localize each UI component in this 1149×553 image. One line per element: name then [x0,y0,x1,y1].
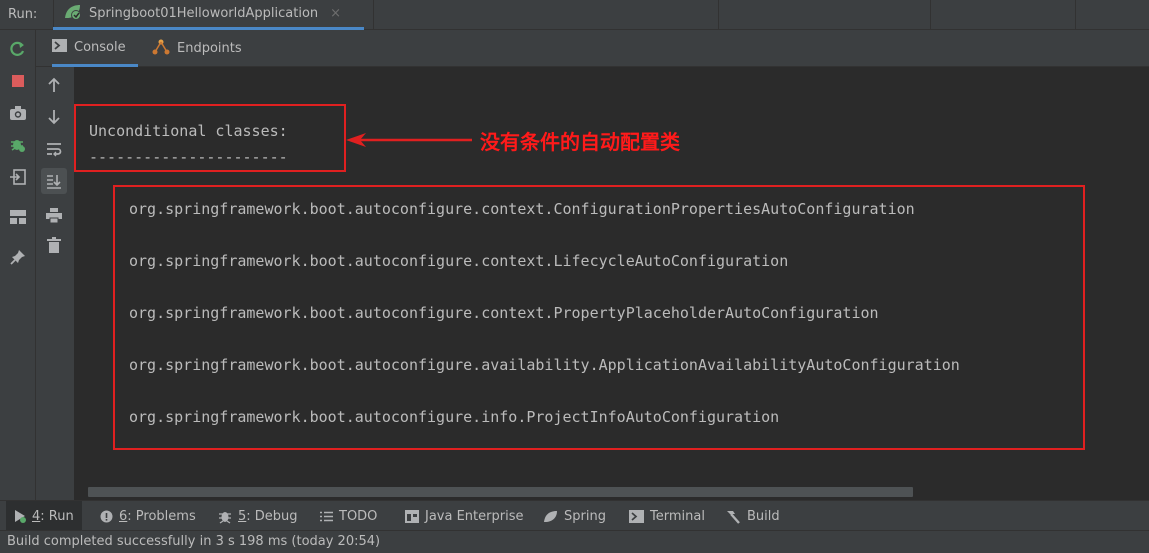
tool-terminal[interactable]: Terminal [629,501,705,531]
divider [718,0,719,30]
problems-icon [100,510,113,522]
tool-debug-label: 5: Debug [238,508,298,524]
tool-java-enterprise[interactable]: Java Enterprise [405,501,523,531]
console-output[interactable]: Unconditional classes: -----------------… [74,67,1149,500]
tool-window-bar: 4: Run 6: Problems 5: Debug TODO Java En… [0,500,1149,531]
scroll-to-end-icon[interactable] [41,168,67,194]
print-icon[interactable] [41,202,67,228]
console-line-class: org.springframework.boot.autoconfigure.a… [129,356,960,374]
trash-icon[interactable] [41,232,67,258]
spring-leaf-icon [544,510,557,522]
status-bar: Build completed successfully in 3 s 198 … [0,530,1149,553]
divider [373,0,374,30]
console-line-class: org.springframework.boot.autoconfigure.i… [129,408,780,426]
tool-build[interactable]: Build [725,501,780,531]
tool-todo[interactable]: TODO [320,501,377,531]
tool-debug[interactable]: 5: Debug [218,501,298,531]
console-icon [52,38,67,56]
debug-bug-icon[interactable] [9,136,27,154]
close-icon[interactable]: × [330,6,341,21]
run-actions-toolbar [0,30,36,500]
tab-endpoints[interactable]: Endpoints [152,30,242,67]
tool-spring[interactable]: Spring [543,501,606,531]
run-play-icon [15,510,26,523]
run-subtabs: Console Endpoints [36,30,1149,67]
console-toolbar [36,67,74,500]
todo-list-icon [320,511,333,521]
endpoints-icon [152,39,170,59]
camera-icon[interactable] [9,104,27,122]
tool-problems[interactable]: 6: Problems [100,501,196,531]
annotation-arrow [346,133,472,147]
run-toolwindow-header: Run: Springboot01HelloworldApplication × [0,0,1149,30]
tool-build-label: Build [747,508,780,524]
layout-icon[interactable] [9,208,27,226]
exit-icon[interactable] [9,168,27,186]
run-config-tab[interactable]: Springboot01HelloworldApplication × [53,0,364,30]
run-config-title: Springboot01HelloworldApplication [89,6,319,21]
java-enterprise-icon [405,509,419,523]
up-arrow-icon[interactable] [41,72,67,98]
console-line-class: org.springframework.boot.autoconfigure.c… [129,252,789,270]
status-message[interactable]: Build completed successfully in 3 s 198 … [7,534,380,549]
annotation-text: 没有条件的自动配置类 [480,130,680,154]
console-line-header: Unconditional classes: [89,122,288,140]
rerun-icon[interactable] [9,40,27,58]
soft-wrap-icon[interactable] [41,136,67,162]
horizontal-scrollbar[interactable] [88,487,913,497]
terminal-icon [629,509,644,523]
divider [1075,0,1076,30]
tab-endpoints-label: Endpoints [177,41,242,56]
debug-icon [219,511,231,524]
tool-run[interactable]: 4: Run [6,501,82,531]
run-label: Run: [8,7,38,22]
down-arrow-icon[interactable] [41,104,67,130]
divider [930,0,931,30]
console-line-dashes: ---------------------- [89,148,288,166]
tool-run-label: 4: Run [32,508,74,524]
tool-spring-label: Spring [564,508,606,524]
console-line-class: org.springframework.boot.autoconfigure.c… [129,304,879,322]
stop-icon[interactable] [9,72,27,90]
console-line-class: org.springframework.boot.autoconfigure.c… [129,200,915,218]
tool-todo-label: TODO [339,508,378,524]
tool-terminal-label: Terminal [650,508,705,524]
tab-console[interactable]: Console [52,30,138,67]
tool-problems-label: 6: Problems [119,508,196,524]
tool-java-enterprise-label: Java Enterprise [425,508,524,524]
spring-boot-icon [63,3,83,25]
tab-console-label: Console [74,39,126,55]
hammer-icon [727,510,740,524]
pin-icon[interactable] [9,248,27,266]
